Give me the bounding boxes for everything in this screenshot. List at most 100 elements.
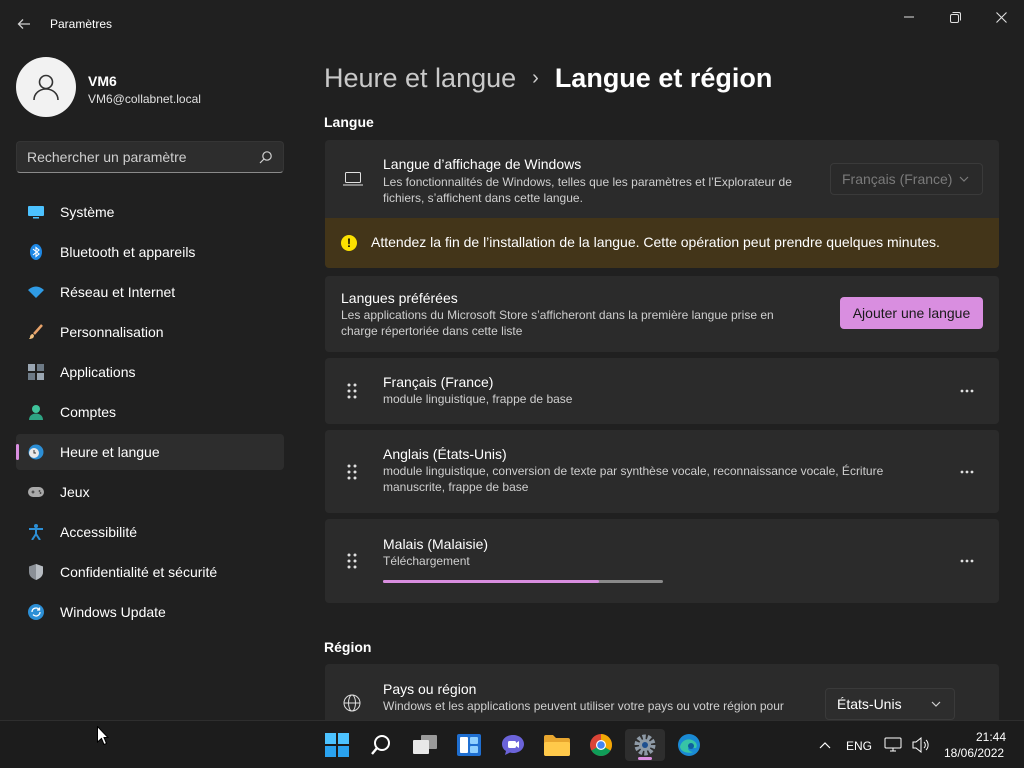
preferred-languages-title: Langues préférées bbox=[341, 290, 458, 306]
more-icon bbox=[960, 389, 974, 393]
close-icon bbox=[995, 11, 1007, 23]
display-language-description: Les fonctionnalités de Windows, telles q… bbox=[383, 175, 792, 205]
globe-icon bbox=[343, 694, 361, 712]
display-language-dropdown[interactable]: Français (France) bbox=[830, 163, 983, 195]
page-title: Langue et région bbox=[554, 62, 773, 93]
sidebar-item-label: Heure et langue bbox=[60, 444, 160, 460]
clock-time[interactable]: 21:44 bbox=[976, 730, 1006, 744]
close-button[interactable] bbox=[981, 6, 1021, 28]
section-title-langue: Langue bbox=[324, 114, 374, 130]
add-language-button[interactable]: Ajouter une langue bbox=[840, 297, 983, 329]
selection-indicator bbox=[16, 444, 19, 460]
search-input[interactable] bbox=[27, 142, 247, 172]
language-name: Français (France) bbox=[383, 374, 494, 390]
dropdown-value: États-Unis bbox=[837, 696, 902, 712]
taskbar-search-button[interactable] bbox=[361, 729, 401, 761]
language-details: module linguistique, frappe de base bbox=[383, 392, 573, 406]
more-options-button[interactable] bbox=[957, 551, 977, 571]
shield-icon bbox=[28, 564, 44, 580]
back-button[interactable] bbox=[12, 12, 36, 36]
file-explorer-button[interactable] bbox=[537, 729, 577, 761]
more-options-button[interactable] bbox=[957, 381, 977, 401]
sidebar-item-label: Confidentialité et sécurité bbox=[60, 564, 218, 580]
sidebar-item-jeux[interactable]: Jeux bbox=[16, 474, 284, 510]
widgets-button[interactable] bbox=[449, 729, 489, 761]
profile-email: VM6@collabnet.local bbox=[88, 92, 201, 106]
country-region-dropdown[interactable]: États-Unis bbox=[825, 688, 955, 720]
chrome-icon bbox=[590, 734, 612, 756]
sidebar-item-confidentialite[interactable]: Confidentialité et sécurité bbox=[16, 554, 284, 590]
sidebar-item-label: Système bbox=[60, 204, 115, 220]
sidebar-item-label: Windows Update bbox=[60, 604, 166, 620]
speaker-icon bbox=[912, 737, 929, 753]
network-icon bbox=[884, 737, 902, 752]
language-name: Malais (Malaisie) bbox=[383, 536, 489, 552]
sidebar-item-label: Comptes bbox=[60, 404, 117, 420]
more-icon bbox=[960, 559, 974, 563]
brush-icon bbox=[28, 324, 44, 340]
sidebar-item-heure-et-langue[interactable]: Heure et langue bbox=[16, 434, 284, 470]
back-arrow-icon bbox=[17, 19, 30, 29]
title-bar: Paramètres bbox=[0, 0, 1024, 44]
windows-start-icon bbox=[325, 733, 349, 757]
search-icon[interactable] bbox=[259, 150, 273, 164]
chevron-down-icon bbox=[931, 701, 941, 707]
sidebar-item-applications[interactable]: Applications bbox=[16, 354, 284, 390]
sidebar-item-accessibilite[interactable]: Accessibilité bbox=[16, 514, 284, 550]
sidebar-item-label: Réseau et Internet bbox=[60, 284, 176, 300]
taskbar: ENG 21:44 18/06/2022 bbox=[0, 720, 1024, 768]
sidebar-item-label: Bluetooth et appareils bbox=[60, 244, 196, 260]
sidebar-item-windows-update[interactable]: Windows Update bbox=[16, 594, 284, 630]
language-item[interactable]: Anglais (États-Unis) module linguistique… bbox=[325, 430, 999, 513]
bluetooth-icon bbox=[28, 244, 44, 260]
warning-banner: ! Attendez la fin de l’installation de l… bbox=[325, 218, 999, 268]
avatar bbox=[16, 57, 76, 117]
progress-fill bbox=[383, 580, 599, 583]
language-item[interactable]: Malais (Malaisie) Téléchargement bbox=[325, 519, 999, 603]
drag-handle-icon[interactable] bbox=[346, 552, 358, 570]
minimize-button[interactable] bbox=[889, 6, 929, 28]
country-region-description: Windows et les applications peuvent util… bbox=[383, 699, 784, 713]
more-options-button[interactable] bbox=[957, 462, 977, 482]
task-view-icon bbox=[413, 735, 437, 754]
sidebar-item-systeme[interactable]: Système bbox=[16, 194, 284, 230]
laptop-icon bbox=[343, 172, 363, 186]
accessibility-icon bbox=[28, 524, 44, 540]
edge-button[interactable] bbox=[669, 729, 709, 761]
chevron-down-icon bbox=[959, 176, 969, 182]
display-language-title: Langue d’affichage de Windows bbox=[383, 156, 582, 172]
sidebar-item-comptes[interactable]: Comptes bbox=[16, 394, 284, 430]
drag-handle-icon[interactable] bbox=[346, 463, 358, 481]
clock-globe-icon bbox=[28, 444, 44, 460]
drag-handle-icon[interactable] bbox=[346, 382, 358, 400]
task-view-button[interactable] bbox=[405, 729, 445, 761]
apps-icon bbox=[28, 364, 44, 380]
start-button[interactable] bbox=[317, 729, 357, 761]
search-icon bbox=[371, 735, 390, 755]
user-profile[interactable]: VM6 VM6@collabnet.local bbox=[16, 57, 286, 117]
widgets-icon bbox=[457, 734, 481, 756]
volume-button[interactable] bbox=[910, 729, 932, 761]
sidebar-item-personnalisation[interactable]: Personnalisation bbox=[16, 314, 284, 350]
chrome-button[interactable] bbox=[581, 729, 621, 761]
mouse-cursor-icon bbox=[97, 726, 109, 746]
sidebar-item-label: Applications bbox=[60, 364, 136, 380]
edge-icon bbox=[678, 734, 700, 756]
chat-button[interactable] bbox=[493, 729, 533, 761]
maximize-button[interactable] bbox=[935, 6, 975, 28]
breadcrumb-parent[interactable]: Heure et langue bbox=[324, 63, 516, 94]
sidebar-item-reseau[interactable]: Réseau et Internet bbox=[16, 274, 284, 310]
dropdown-value: Français (France) bbox=[842, 171, 953, 187]
settings-app-button[interactable] bbox=[625, 729, 665, 761]
show-hidden-icons-button[interactable] bbox=[805, 729, 845, 761]
profile-name: VM6 bbox=[88, 73, 117, 89]
settings-search[interactable] bbox=[16, 141, 284, 173]
network-status-button[interactable] bbox=[882, 729, 904, 761]
monitor-icon bbox=[28, 204, 44, 220]
sidebar-item-bluetooth[interactable]: Bluetooth et appareils bbox=[16, 234, 284, 270]
input-language-indicator[interactable]: ENG bbox=[846, 739, 872, 753]
chevron-up-icon bbox=[819, 742, 831, 749]
update-icon bbox=[28, 604, 44, 620]
language-item[interactable]: Français (France) module linguistique, f… bbox=[325, 358, 999, 424]
clock-date[interactable]: 18/06/2022 bbox=[944, 746, 1004, 760]
